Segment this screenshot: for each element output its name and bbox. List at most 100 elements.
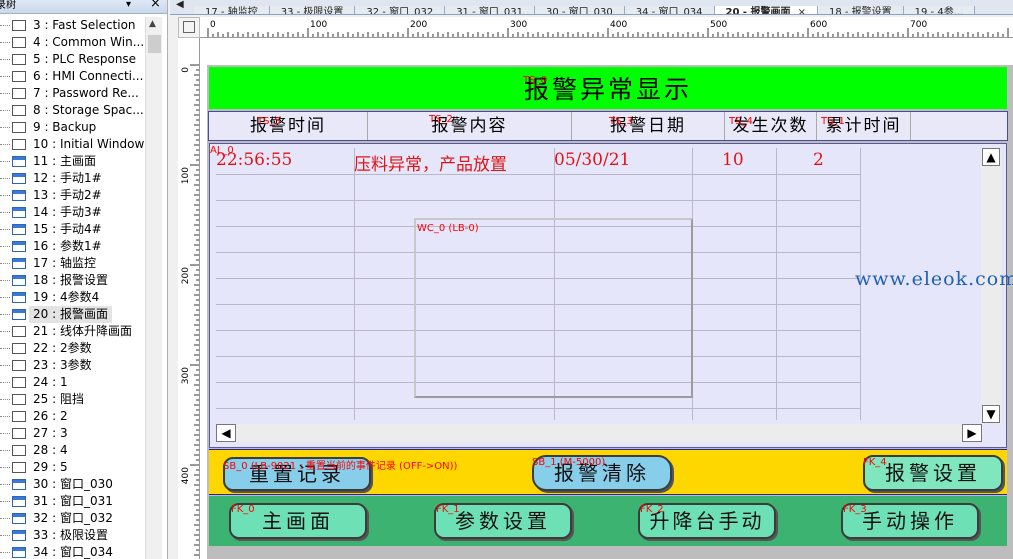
tree-item[interactable]: 26 : 2 (0, 408, 145, 425)
tree-item[interactable]: 5 : PLC Response (0, 51, 145, 68)
tree-item[interactable]: 21 : 线体升降画面 (0, 323, 145, 340)
tab-label: 33 - 极限设置 (280, 7, 344, 15)
tab-close-icon[interactable]: × (798, 7, 806, 14)
ruler-label: 700 (910, 20, 927, 30)
tree-item[interactable]: 33 : 极限设置 (0, 527, 145, 544)
tree-item[interactable]: 14 : 手动3# (0, 204, 145, 221)
close-icon[interactable]: × (150, 0, 161, 10)
window-container-object[interactable] (414, 218, 693, 398)
tree-item[interactable]: 18 : 报警设置 (0, 272, 145, 289)
tree-item[interactable]: 27 : 3 (0, 425, 145, 442)
tree-connector (0, 178, 10, 179)
tab-label: 20 - 报警画面 (725, 7, 791, 15)
tree-item[interactable]: 29 : 5 (0, 459, 145, 476)
tree-item[interactable]: 12 : 手动1# (0, 170, 145, 187)
header-alarm-content[interactable]: 报警内容 (368, 112, 572, 140)
design-canvas[interactable]: 报警异常显示 TS_0 报警时间 报警内容 报警日期 发生次数 累计时间 TS_… (200, 38, 1013, 559)
tree-item[interactable]: 20 : 报警画面 (0, 306, 145, 323)
pin-icon[interactable]: ▾ (126, 0, 131, 11)
scroll-up-icon[interactable]: ▲ (149, 19, 156, 29)
tree-item[interactable]: 6 : HMI Connecti... (0, 68, 145, 85)
tree-item[interactable]: 4 : Common Win... (0, 34, 145, 51)
document-tab[interactable]: 31 - 窗口_031 (445, 6, 535, 14)
document-tab[interactable]: 32 - 窗口_032 (355, 6, 446, 14)
tree-connector (0, 280, 10, 281)
tree-list: 3 : Fast Selection 4 : Common Win... 5 : P… (0, 17, 145, 559)
tree-item[interactable]: 31 : 窗口_031 (0, 493, 145, 510)
tree-item[interactable]: 28 : 4 (0, 442, 145, 459)
tree-item-label: 8 : Storage Spac... (33, 103, 144, 117)
tree-item[interactable]: 7 : Password Re... (0, 85, 145, 102)
tree-item-label: 4 : Common Win... (33, 35, 145, 49)
tree-item[interactable]: 8 : Storage Spac... (0, 102, 145, 119)
hmi-window-20: 报警异常显示 TS_0 报警时间 报警内容 报警日期 发生次数 累计时间 TS_… (207, 65, 1013, 559)
tree-item[interactable]: 19 : 4参数4 (0, 289, 145, 306)
alarm-settings-object-label: FK_4 (863, 457, 887, 468)
alarm-row-total: 2 (813, 150, 824, 170)
tree-item-label: 12 : 手动1# (33, 171, 102, 185)
scroll-up-arrow-icon[interactable]: ▲ (982, 148, 1000, 166)
window-icon (12, 20, 26, 31)
tree-item-label: 7 : Password Re... (33, 86, 139, 100)
document-tab[interactable]: 17 - 轴监控 (194, 6, 270, 14)
grid-row-line (216, 200, 860, 201)
ruler-label: 100 (181, 167, 191, 184)
tree-item[interactable]: 15 : 手动4# (0, 221, 145, 238)
header-object-id: TS_4 (729, 116, 753, 127)
scroll-right-arrow-icon[interactable]: ▶ (962, 424, 982, 442)
ruler-label: 300 (510, 20, 527, 30)
tree-item-label: 18 : 报警设置 (33, 273, 108, 287)
tree-item[interactable]: 9 : Backup (0, 119, 145, 136)
document-tab[interactable]: 33 - 极限设置 (269, 6, 356, 15)
tab-scroll-left-icon[interactable]: ◀ (176, 0, 184, 10)
tree-connector (0, 501, 10, 502)
tree-item-label: 13 : 手动2# (33, 188, 102, 202)
tree-item-label: 22 : 2参数 (33, 341, 92, 355)
tree-item-label: 25 : 阻挡 (33, 392, 84, 406)
ruler-corner[interactable] (178, 17, 200, 38)
header-alarm-time[interactable]: 报警时间 (209, 112, 368, 140)
alarm-row-count: 10 (722, 150, 744, 170)
tree-item[interactable]: 13 : 手动2# (0, 187, 145, 204)
tree-item[interactable]: 23 : 3参数 (0, 357, 145, 374)
tree-item[interactable]: 22 : 2参数 (0, 340, 145, 357)
tree-item[interactable]: 30 : 窗口_030 (0, 476, 145, 493)
tree-connector (0, 365, 10, 366)
tree-item[interactable]: 17 : 轴监控 (0, 255, 145, 272)
ruler-label: 0 (210, 20, 216, 30)
tree-item-label: 3 : Fast Selection (33, 18, 136, 32)
document-tab[interactable]: 19 - 4参... (903, 6, 976, 14)
tree-item-label: 32 : 窗口_032 (33, 511, 113, 525)
alarm-header-row: 报警时间 报警内容 报警日期 发生次数 累计时间 (208, 111, 1008, 141)
tree-item[interactable]: 34 : 窗口_034 (0, 544, 145, 559)
scroll-thumb[interactable] (148, 35, 161, 53)
ruler-toggle-icon[interactable] (183, 21, 195, 33)
tree-scrollbar[interactable]: ▲ (145, 17, 162, 559)
tree-item[interactable]: 16 : 参数1# (0, 238, 145, 255)
header-object-id: TS_5 (257, 116, 281, 127)
scroll-down-arrow-icon[interactable]: ▼ (982, 405, 1000, 423)
tree-item[interactable]: 3 : Fast Selection (0, 17, 145, 34)
header-alarm-date[interactable]: 报警日期 (572, 112, 725, 140)
tree-item[interactable]: 24 : 1 (0, 374, 145, 391)
tree-connector (0, 42, 10, 43)
main-button-object-label: FK_0 (231, 504, 255, 515)
tree-item-label: 33 : 极限设置 (33, 528, 108, 542)
alarm-horizontal-scrollbar[interactable]: ◀ ▶ (216, 424, 982, 442)
tree-item[interactable]: 10 : Initial Window (0, 136, 145, 153)
alarm-row-content: 压料异常，产品放置 (354, 155, 507, 175)
scroll-left-arrow-icon[interactable]: ◀ (216, 424, 236, 442)
document-tab[interactable]: 20 - 报警画面 × (714, 6, 818, 15)
document-tab[interactable]: 30 - 窗口_030 (534, 6, 625, 14)
tree-item[interactable]: 11 : 主画面 (0, 153, 145, 170)
tree-connector (0, 331, 10, 332)
tree-item[interactable]: 32 : 窗口_032 (0, 510, 145, 527)
lift-button-object-label: FK_2 (640, 504, 664, 515)
document-tab[interactable]: 34 - 窗口_034 (624, 6, 715, 14)
alarm-title-text: 报警异常显示 (523, 75, 692, 104)
ruler-label: 500 (710, 20, 727, 30)
tree-item-label: 19 : 4参数4 (33, 290, 100, 304)
window-icon (12, 343, 26, 354)
document-tab[interactable]: 18 - 报警设置 (817, 6, 904, 14)
tree-item[interactable]: 25 : 阻挡 (0, 391, 145, 408)
